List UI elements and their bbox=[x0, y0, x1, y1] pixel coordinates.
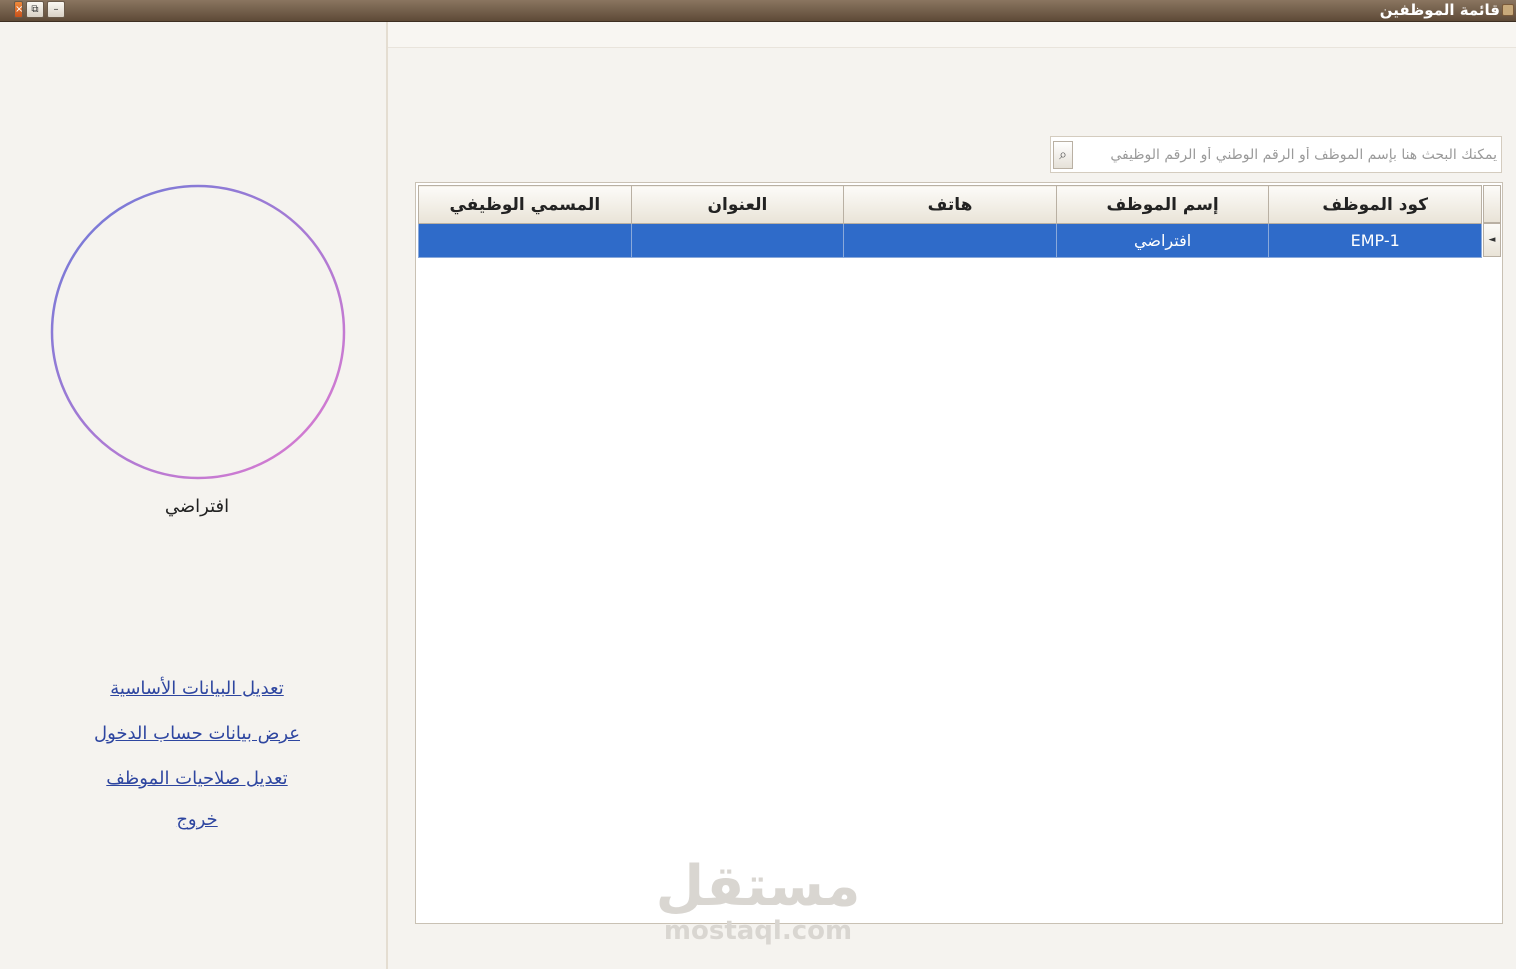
row-header-column: ◄ bbox=[1483, 185, 1501, 257]
edit-permissions-link[interactable]: تعديل صلاحيات الموظف bbox=[14, 764, 380, 809]
search-icon[interactable]: ⌕ bbox=[1053, 141, 1073, 169]
cell-employee-code[interactable]: EMP-1 bbox=[1268, 223, 1482, 258]
close-button[interactable]: × bbox=[14, 1, 23, 18]
cell-job-title[interactable] bbox=[418, 223, 632, 258]
actions-list: تعديل البيانات الأساسية عرض بيانات حساب … bbox=[14, 674, 380, 839]
title-bar: × ⧉ – قائمة الموظفين bbox=[0, 0, 1516, 22]
edit-basic-data-link[interactable]: تعديل البيانات الأساسية bbox=[14, 674, 380, 719]
column-header-address[interactable]: العنوان bbox=[630, 185, 845, 224]
exit-link[interactable]: خروج bbox=[14, 809, 380, 839]
avatar-ring bbox=[50, 184, 346, 480]
current-row-indicator-icon[interactable]: ◄ bbox=[1483, 223, 1501, 257]
employee-name-label: افتراضي bbox=[164, 496, 230, 517]
restore-button[interactable]: ⧉ bbox=[26, 1, 44, 18]
app-icon bbox=[1502, 4, 1514, 16]
column-header-employee-code[interactable]: كود الموظف bbox=[1268, 185, 1482, 224]
window-title: قائمة الموظفين bbox=[1379, 1, 1500, 19]
column-header-phone[interactable]: هاتف bbox=[843, 185, 1057, 224]
column-header-employee-name[interactable]: إسم الموظف bbox=[1055, 185, 1270, 224]
search-input[interactable] bbox=[1075, 139, 1499, 170]
employees-grid: كود الموظف إسم الموظف هاتف العنوان المسم… bbox=[415, 182, 1503, 924]
row-header-corner bbox=[1483, 185, 1501, 223]
employee-list-window: × ⧉ – قائمة الموظفين افتراضي تعديل البيا… bbox=[0, 0, 1516, 969]
toolbar-strip bbox=[388, 22, 1516, 48]
cell-phone[interactable] bbox=[843, 223, 1057, 258]
minimize-button[interactable]: – bbox=[47, 1, 65, 18]
cell-address[interactable] bbox=[630, 223, 845, 258]
table-row[interactable]: EMP-1 افتراضي bbox=[418, 223, 1482, 258]
cell-employee-name[interactable]: افتراضي bbox=[1055, 223, 1270, 258]
avatar bbox=[50, 184, 346, 480]
view-login-account-link[interactable]: عرض بيانات حساب الدخول bbox=[14, 719, 380, 764]
main-panel: ⌕ كود الموظف إسم الموظف هاتف العنوان الم… bbox=[388, 22, 1516, 969]
column-header-job-title[interactable]: المسمي الوظيفي bbox=[418, 185, 632, 224]
window-controls: × ⧉ – bbox=[14, 1, 65, 18]
search-box: ⌕ bbox=[1050, 136, 1502, 173]
employee-side-panel: افتراضي تعديل البيانات الأساسية عرض بيان… bbox=[14, 22, 388, 969]
employees-table: كود الموظف إسم الموظف هاتف العنوان المسم… bbox=[418, 185, 1482, 258]
header-row: كود الموظف إسم الموظف هاتف العنوان المسم… bbox=[418, 185, 1482, 224]
